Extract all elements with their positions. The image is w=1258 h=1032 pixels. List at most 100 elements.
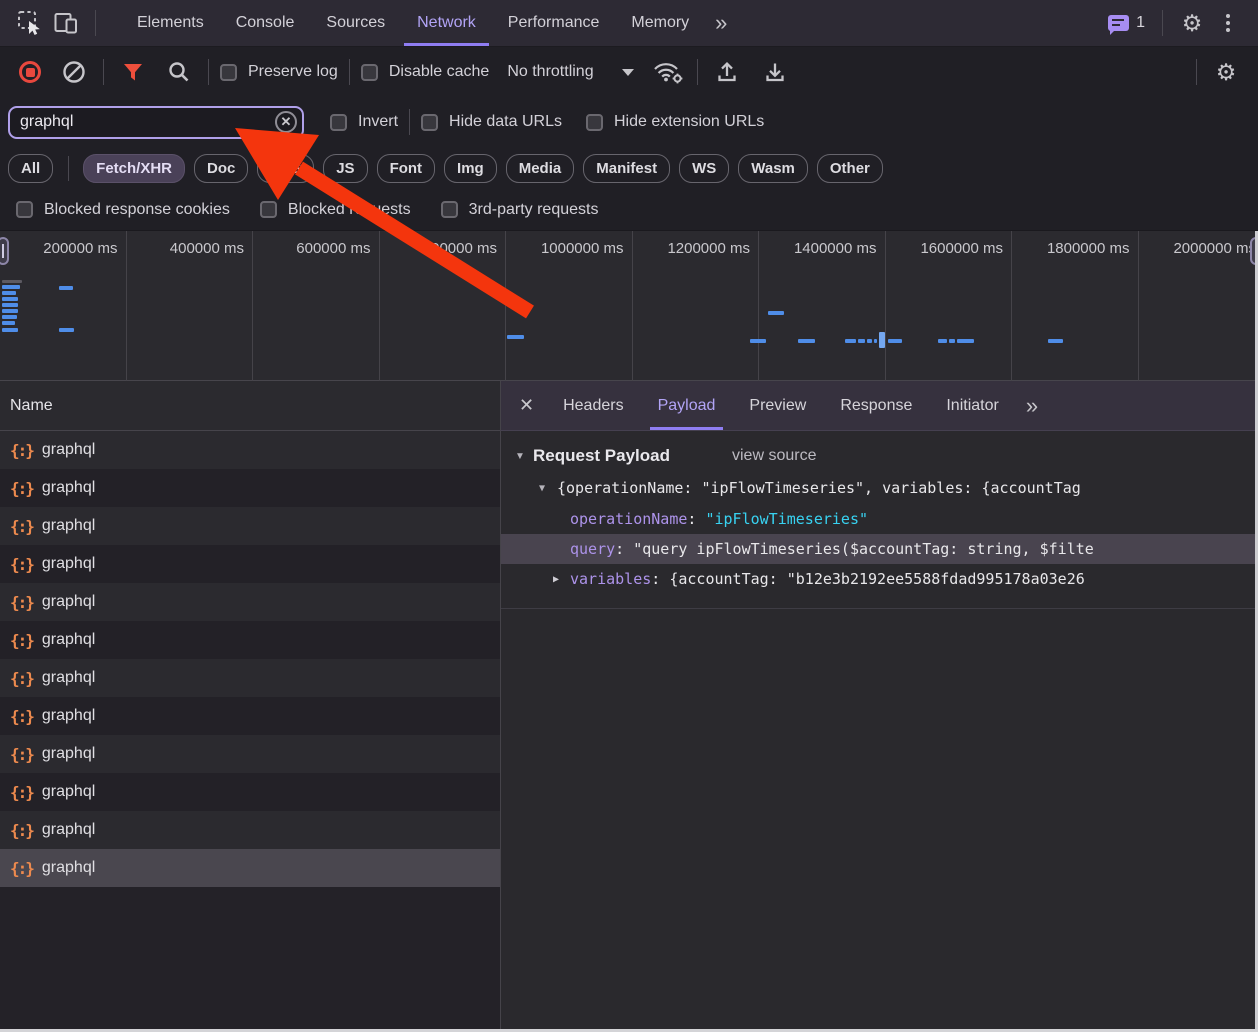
request-payload-section-header[interactable]: ▼ Request Payload view source xyxy=(501,431,1258,472)
request-type-chip[interactable]: Font xyxy=(376,153,436,183)
request-type-chip[interactable]: All xyxy=(8,153,54,183)
details-tab[interactable]: Preview xyxy=(732,381,823,430)
clear-network-log-button[interactable] xyxy=(56,54,92,90)
panel-tab[interactable]: Elements xyxy=(121,0,220,46)
request-waterfall-bar xyxy=(858,339,865,343)
timeline-column: 1600000 ms xyxy=(886,231,1012,381)
network-conditions-button[interactable] xyxy=(650,54,686,90)
request-row[interactable]: {:} graphql xyxy=(0,811,500,849)
throttling-dropdown[interactable]: No throttling xyxy=(507,63,634,81)
request-waterfall-bar xyxy=(768,311,784,315)
import-har-button[interactable] xyxy=(709,54,745,90)
network-overview-timeline[interactable]: 200000 ms 400000 ms 600000 ms 800000 ms … xyxy=(0,231,1258,381)
filter-funnel-icon xyxy=(124,63,142,80)
expand-triangle-icon[interactable]: ▶ xyxy=(553,574,570,585)
request-type-chip[interactable]: Doc xyxy=(194,153,249,183)
request-name: graphql xyxy=(41,707,96,724)
request-type-chip[interactable]: WS xyxy=(679,153,730,183)
property-colon: : xyxy=(615,540,634,558)
timeline-column: 400000 ms xyxy=(127,231,253,381)
hide-extension-urls-checkbox[interactable] xyxy=(585,113,603,131)
more-filters-row: Blocked response cookies Blocked request… xyxy=(0,189,1258,231)
filter-toggle-button[interactable] xyxy=(115,54,151,90)
request-name: graphql xyxy=(41,479,96,496)
request-type-chip[interactable]: JS xyxy=(323,153,368,183)
timeline-column: 800000 ms xyxy=(380,231,506,381)
blocked-requests-checkbox[interactable] xyxy=(259,201,277,218)
network-settings-button[interactable]: ⚙ xyxy=(1208,54,1244,90)
request-row[interactable]: {:} graphql xyxy=(0,583,500,621)
panel-tab[interactable]: Network xyxy=(401,0,492,46)
search-button[interactable] xyxy=(161,54,197,90)
collapse-triangle-icon[interactable]: ▼ xyxy=(539,483,557,494)
request-row[interactable]: {:} graphql xyxy=(0,507,500,545)
download-icon xyxy=(765,63,784,82)
request-row[interactable]: {:} graphql xyxy=(0,545,500,583)
disable-cache-checkbox[interactable] xyxy=(360,63,378,81)
request-type-chip[interactable]: CSS xyxy=(257,153,315,183)
request-name: graphql xyxy=(41,517,96,534)
view-source-link[interactable]: view source xyxy=(732,447,816,465)
export-har-button[interactable] xyxy=(757,54,793,90)
request-name: graphql xyxy=(41,631,96,648)
timeline-column: 2000000 ms xyxy=(1139,231,1258,381)
payload-property-row[interactable]: ▶ variables : {accountTag: "b12e3b2192ee… xyxy=(501,564,1258,594)
request-type-chip[interactable]: Media xyxy=(505,153,575,183)
hide-data-urls-control: Hide data URLs xyxy=(421,113,562,131)
request-waterfall-bar xyxy=(874,339,877,343)
inspect-element-button[interactable] xyxy=(12,5,48,41)
close-details-icon[interactable]: ✕ xyxy=(511,395,546,416)
preserve-log-checkbox[interactable] xyxy=(220,63,237,81)
json-file-icon: {:} xyxy=(10,478,35,498)
overview-left-handle[interactable] xyxy=(0,237,9,265)
panel-tab[interactable]: Performance xyxy=(492,0,616,46)
request-type-chip[interactable]: Wasm xyxy=(738,153,808,183)
payload-property-row[interactable]: query : "query ipFlowTimeseries($account… xyxy=(501,534,1258,564)
request-row[interactable]: {:} graphql xyxy=(0,773,500,811)
details-tab[interactable]: Initiator xyxy=(929,381,1015,430)
request-row[interactable]: {:} graphql xyxy=(0,431,500,469)
request-row[interactable]: {:} graphql xyxy=(0,735,500,773)
record-network-log-button[interactable] xyxy=(12,54,48,90)
filter-field-wrap: ✕ xyxy=(8,105,304,139)
request-type-chip[interactable]: Img xyxy=(444,153,497,183)
clear-filter-icon[interactable]: ✕ xyxy=(275,110,297,133)
payload-summary-row[interactable]: ▼ {operationName: "ipFlowTimeseries", va… xyxy=(501,472,1258,504)
issues-bubble-icon xyxy=(1108,15,1130,35)
request-waterfall-bar xyxy=(957,339,974,343)
invert-checkbox[interactable] xyxy=(330,113,347,131)
payload-property-row[interactable]: operationName : "ipFlowTimeseries" xyxy=(501,504,1258,534)
hide-data-urls-checkbox[interactable] xyxy=(421,113,439,131)
issues-counter[interactable]: 1 xyxy=(1108,14,1145,35)
more-details-tabs-chevron-icon[interactable]: » xyxy=(1016,393,1046,419)
payload-separator xyxy=(501,608,1258,609)
settings-button[interactable]: ⚙ xyxy=(1174,5,1210,41)
panel-tab[interactable]: Sources xyxy=(310,0,401,46)
third-party-requests-checkbox[interactable] xyxy=(440,201,458,218)
device-toolbar-button[interactable] xyxy=(48,5,84,41)
request-type-chip[interactable]: Other xyxy=(816,153,883,183)
request-type-chip[interactable]: Manifest xyxy=(583,153,671,183)
collapse-triangle-icon[interactable]: ▼ xyxy=(515,451,533,462)
panel-tab[interactable]: Memory xyxy=(615,0,705,46)
request-type-chip[interactable]: Fetch/XHR xyxy=(68,153,186,183)
request-waterfall-bar xyxy=(750,339,766,343)
request-row[interactable]: {:} graphql xyxy=(0,849,500,887)
filter-input[interactable] xyxy=(8,105,304,139)
panel-tab[interactable]: Console xyxy=(220,0,311,46)
request-row[interactable]: {:} graphql xyxy=(0,621,500,659)
request-row[interactable]: {:} graphql xyxy=(0,659,500,697)
request-row[interactable]: {:} graphql xyxy=(0,697,500,735)
request-row[interactable]: {:} graphql xyxy=(0,469,500,507)
details-tab[interactable]: Response xyxy=(823,381,929,430)
record-icon xyxy=(19,61,41,83)
more-panels-chevron-icon[interactable]: » xyxy=(705,10,735,36)
details-tab[interactable]: Payload xyxy=(641,381,733,430)
request-waterfall-bar xyxy=(888,339,902,343)
blocked-response-cookies-checkbox[interactable] xyxy=(16,201,33,218)
network-filter-row: ✕ Invert Hide data URLs Hide extension U… xyxy=(0,97,1258,147)
main-menu-button[interactable] xyxy=(1210,5,1246,41)
wifi-gear-icon xyxy=(653,63,682,84)
name-column-header[interactable]: Name xyxy=(0,381,500,431)
details-tab[interactable]: Headers xyxy=(546,381,640,430)
